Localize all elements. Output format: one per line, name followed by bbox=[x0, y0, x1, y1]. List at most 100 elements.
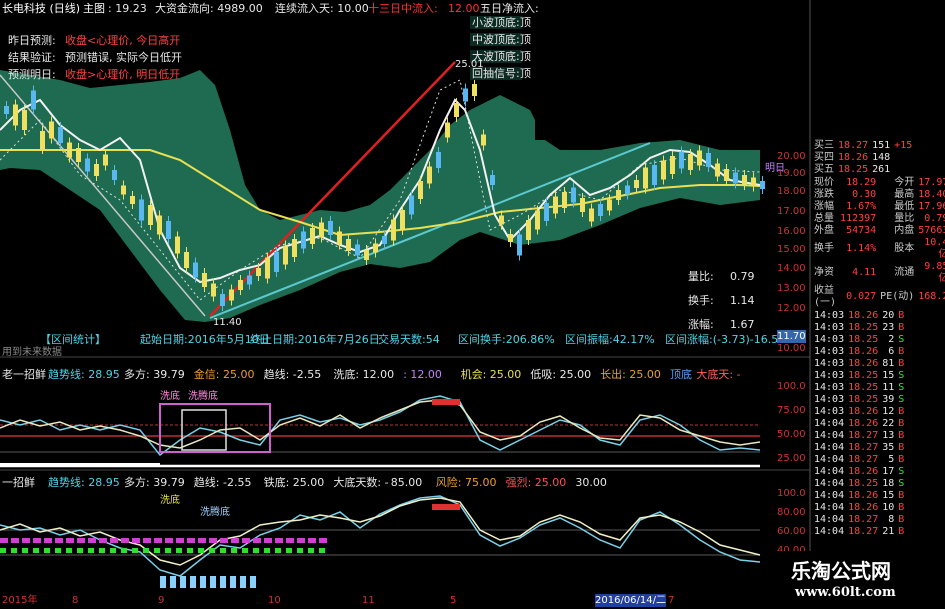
panel-item: 多方: 39.79 bbox=[124, 368, 185, 381]
stock-title[interactable]: 长电科技 (日线) bbox=[2, 2, 80, 15]
quote-cell: 17.96 bbox=[918, 201, 945, 212]
signal-bar bbox=[143, 538, 151, 543]
quote-row: 14:04 18.27 8 B bbox=[812, 514, 906, 526]
axis-tick: 15.00 bbox=[777, 244, 806, 255]
quote-row: 14:03 18.26 12 B bbox=[812, 406, 906, 418]
panel-axis-tick: 100.0 bbox=[777, 381, 806, 392]
quote-cell: S bbox=[898, 478, 905, 489]
note-label: 预测明日: bbox=[8, 68, 56, 81]
quote-cell: 57663 bbox=[918, 225, 945, 236]
quote-cell: 涨幅 bbox=[814, 201, 834, 212]
panel1-red-block bbox=[432, 399, 460, 405]
panel1-magenta-box bbox=[159, 403, 271, 453]
interval-change: 区间涨幅:(-3.73)-16.5 bbox=[665, 333, 779, 346]
signal-bar bbox=[88, 548, 94, 553]
wave-tag-label: 小波顶底: bbox=[470, 16, 522, 29]
main-chart-label[interactable]: 主图 bbox=[83, 2, 105, 15]
quote-cell: 14:03 bbox=[814, 358, 845, 369]
quote-cell: 6 bbox=[888, 346, 895, 357]
signal-bar bbox=[308, 538, 316, 543]
axis-tick: 13.00 bbox=[777, 283, 806, 294]
quote-cell: S bbox=[898, 382, 905, 393]
quote-row: 买五 18.25 261 bbox=[812, 164, 914, 176]
date-tick: 9 bbox=[158, 595, 165, 606]
axis-tick: 17.00 bbox=[777, 206, 806, 217]
inflow-days-label: 连续流入天: 10.00 bbox=[275, 2, 369, 15]
stat-value: 0.79 bbox=[730, 270, 755, 283]
quote-cell: 14:04 bbox=[814, 466, 845, 477]
quote-row: 14:04 18.27 5 B bbox=[812, 454, 906, 466]
signal-bar bbox=[44, 548, 50, 553]
quote-row: 14:04 18.27 35 B bbox=[812, 442, 906, 454]
signal-bar bbox=[0, 538, 8, 543]
quote-cell: 买三 bbox=[814, 140, 834, 151]
watermark-url: www.60lt.com bbox=[795, 585, 896, 600]
quote-cell: 18.26 bbox=[848, 502, 879, 513]
quote-row: 买四 18.26 148 bbox=[812, 152, 914, 164]
signal-bar bbox=[200, 576, 206, 588]
quote-cell: 17.97 bbox=[918, 177, 945, 188]
panel1-tag-1: 洗底 bbox=[160, 391, 180, 402]
panel2-tag-2: 洗腾底 bbox=[200, 507, 230, 518]
date-tick: 10 bbox=[268, 595, 281, 606]
quote-cell: 总量 bbox=[814, 213, 834, 224]
quote-panel: 买三 18.27 151 +15 买四 18.26 148 买五 18.25 261 现价 18.2… bbox=[812, 140, 945, 538]
panel-item: 铁底: 25.00 bbox=[263, 476, 325, 489]
signal-bar bbox=[154, 538, 162, 543]
panel-item: 多方: 39.79 bbox=[124, 476, 185, 489]
flow-label: 大资金流向: 4989.00 bbox=[155, 2, 263, 15]
quote-cell: 18.25 bbox=[848, 394, 879, 405]
signal-bar bbox=[160, 576, 166, 588]
signal-bar bbox=[275, 548, 281, 553]
quote-cell: 14:04 bbox=[814, 478, 845, 489]
panel1-tag-2: 洗腾底 bbox=[188, 391, 218, 402]
signal-bar bbox=[253, 548, 259, 553]
signal-bar bbox=[132, 538, 140, 543]
quote-cell: 18.27 bbox=[848, 430, 879, 441]
quote-cell: 14:04 bbox=[814, 490, 845, 501]
quote-cell: 18.25 bbox=[848, 334, 879, 345]
signal-bar bbox=[286, 548, 292, 553]
quote-cell: 现价 bbox=[814, 177, 834, 188]
signal-bar bbox=[165, 538, 173, 543]
quote-cell bbox=[892, 152, 914, 164]
signal-bar bbox=[319, 548, 325, 553]
tick-list: 14:03 18.26 20 B 14:03 18.25 23 B 14:03 18.25 2 S 14… bbox=[812, 310, 906, 538]
panel-item: 85.00 bbox=[390, 476, 423, 489]
quote-cell: B bbox=[898, 346, 905, 357]
axis-tick: 14.00 bbox=[777, 263, 806, 274]
quote-cell: S bbox=[898, 466, 905, 477]
interval-amplitude: 区间振幅:42.17% bbox=[565, 333, 655, 346]
quote-cell: 14:03 bbox=[814, 406, 845, 417]
quote-row: 14:03 18.25 2 S bbox=[812, 334, 906, 346]
quote-cell: 内盘 bbox=[894, 225, 915, 236]
quote-cell: 14:04 bbox=[814, 514, 845, 525]
axis-tick: 20.00 bbox=[777, 151, 806, 162]
signal-bar bbox=[187, 548, 193, 553]
panel-title: 一招鲜 bbox=[2, 476, 35, 489]
panel-item: 趋线: -2.55 bbox=[263, 368, 322, 381]
signal-bar bbox=[240, 576, 246, 588]
signal-bar bbox=[55, 548, 61, 553]
signal-bar bbox=[180, 576, 186, 588]
signal-bar bbox=[220, 548, 226, 553]
quote-row: 14:03 18.25 11 S bbox=[812, 382, 906, 394]
quote-row: 涨跌 0.30 最高18.40 bbox=[812, 189, 945, 201]
quote-cell: 最低 bbox=[894, 201, 915, 212]
quote-cell: S bbox=[898, 370, 905, 381]
panel-axis-tick: 60.00 bbox=[777, 526, 806, 537]
signal-bar bbox=[88, 538, 96, 543]
quote-row: 收益(一) 0.027PE(动)168.2 bbox=[812, 285, 945, 309]
quote-cell: 2 bbox=[888, 334, 895, 345]
stat-value: 1.14 bbox=[730, 294, 755, 307]
quote-cell: B bbox=[898, 526, 905, 537]
panel1-white-line bbox=[0, 399, 761, 449]
quote-row: 14:03 18.25 23 B bbox=[812, 322, 906, 334]
quote-cell: 54734 bbox=[846, 225, 877, 236]
quote-row: 涨幅 1.67% 最低17.96 bbox=[812, 201, 945, 213]
stat-label: 涨幅: bbox=[688, 318, 714, 331]
quote-cell: 18.27 bbox=[848, 442, 879, 453]
note-label: 结果验证: bbox=[8, 51, 56, 64]
thirteen-day-inflow-label: 十三日中流入: bbox=[368, 2, 438, 15]
quote-cell: 21 bbox=[882, 526, 895, 537]
